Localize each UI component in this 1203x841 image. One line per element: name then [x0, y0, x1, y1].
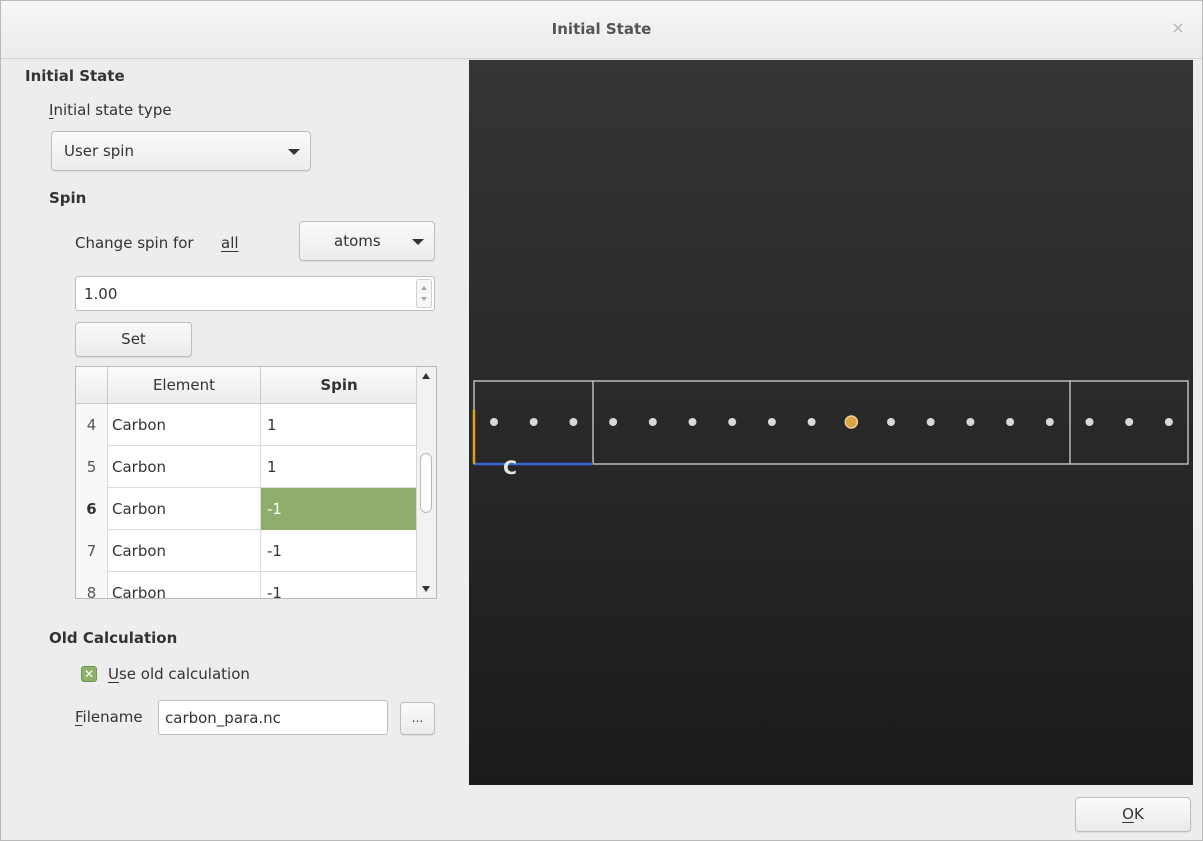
- spin-cell[interactable]: 1: [261, 446, 417, 488]
- old-calculation-heading: Old Calculation: [49, 629, 178, 647]
- atom[interactable]: [767, 418, 776, 426]
- structure-canvas: C: [472, 380, 1189, 479]
- initial-state-type-label: Initial state type: [49, 101, 172, 119]
- all-atoms-link[interactable]: all: [221, 234, 239, 252]
- atom[interactable]: [807, 418, 816, 426]
- initial-state-type-combo[interactable]: User spin: [51, 131, 311, 171]
- atom[interactable]: [1164, 418, 1173, 426]
- spin-table[interactable]: Element Spin 4 Carbon 1 5 Carbon 1 6 Car…: [75, 366, 437, 599]
- atom[interactable]: [1045, 418, 1054, 426]
- table-header: Element Spin: [76, 367, 417, 404]
- element-cell[interactable]: Carbon: [108, 530, 261, 572]
- element-cell[interactable]: Carbon: [108, 404, 261, 446]
- browse-button[interactable]: ...: [400, 702, 435, 735]
- dialog-window: Initial State × Initial State Initial st…: [0, 0, 1203, 841]
- chevron-down-icon: [412, 239, 424, 245]
- atom[interactable]: [609, 418, 618, 426]
- atom[interactable]: [926, 418, 935, 426]
- filename-input[interactable]: carbon_para.nc: [158, 700, 388, 735]
- close-icon[interactable]: ×: [1168, 18, 1188, 38]
- scroll-up-icon[interactable]: [422, 373, 430, 379]
- initial-state-heading: Initial State: [25, 67, 125, 85]
- use-old-calculation-checkbox[interactable]: ✕: [81, 666, 97, 682]
- atom-highlighted[interactable]: [844, 415, 859, 429]
- spin-cell[interactable]: 1: [261, 404, 417, 446]
- spin-target-combo[interactable]: atoms: [299, 221, 435, 261]
- spin-target-value: atoms: [334, 232, 381, 250]
- table-row[interactable]: 8 Carbon -1: [76, 572, 417, 598]
- spin-value-input[interactable]: 1.00: [75, 276, 435, 311]
- decrement-icon[interactable]: [421, 297, 427, 301]
- atom[interactable]: [490, 418, 498, 426]
- row-index: 7: [76, 530, 108, 572]
- element-cell[interactable]: Carbon: [108, 572, 261, 598]
- header-index: [76, 367, 108, 404]
- spin-stepper[interactable]: [416, 279, 432, 308]
- spin-cell[interactable]: -1: [261, 572, 417, 598]
- increment-icon[interactable]: [421, 286, 427, 290]
- initial-state-type-value: User spin: [64, 142, 134, 160]
- table-row[interactable]: 5 Carbon 1: [76, 446, 417, 488]
- table-scrollbar[interactable]: [416, 367, 436, 598]
- row-index: 8: [76, 572, 108, 598]
- header-element[interactable]: Element: [108, 367, 261, 404]
- element-cell[interactable]: Carbon: [108, 446, 261, 488]
- change-spin-label: Change spin for: [75, 234, 194, 252]
- axis-atom-label: C: [503, 457, 517, 479]
- use-old-calculation-label[interactable]: Use old calculation: [108, 665, 250, 683]
- atom[interactable]: [887, 418, 895, 426]
- chevron-down-icon: [288, 149, 300, 155]
- atom[interactable]: [529, 418, 538, 426]
- row-index: 6: [76, 488, 108, 530]
- ok-button[interactable]: OK: [1075, 797, 1191, 832]
- atom[interactable]: [728, 418, 737, 426]
- title-bar[interactable]: Initial State ×: [1, 1, 1202, 59]
- table-row[interactable]: 4 Carbon 1: [76, 404, 417, 446]
- supercell-box: [473, 380, 1189, 465]
- spin-heading: Spin: [49, 189, 87, 207]
- structure-viewport[interactable]: C: [469, 60, 1193, 785]
- header-spin[interactable]: Spin: [261, 367, 417, 404]
- atom[interactable]: [688, 418, 697, 426]
- spin-cell-selected[interactable]: -1: [261, 488, 417, 530]
- element-cell[interactable]: Carbon: [108, 488, 261, 530]
- spin-cell[interactable]: -1: [261, 530, 417, 572]
- row-index: 5: [76, 446, 108, 488]
- atom[interactable]: [1125, 418, 1134, 426]
- filename-value: carbon_para.nc: [165, 709, 281, 727]
- atom[interactable]: [1006, 418, 1015, 426]
- scroll-down-icon[interactable]: [422, 586, 430, 592]
- scroll-thumb[interactable]: [420, 453, 432, 513]
- window-title: Initial State: [551, 20, 652, 38]
- table-row-selected[interactable]: 6 Carbon -1: [76, 488, 417, 530]
- set-button[interactable]: Set: [75, 322, 192, 357]
- atom[interactable]: [648, 418, 657, 426]
- atom[interactable]: [966, 418, 975, 426]
- spin-value: 1.00: [84, 285, 118, 303]
- atom[interactable]: [569, 418, 578, 426]
- filename-label: Filename: [75, 708, 143, 726]
- row-index: 4: [76, 404, 108, 446]
- table-row[interactable]: 7 Carbon -1: [76, 530, 417, 572]
- atom[interactable]: [1085, 418, 1094, 426]
